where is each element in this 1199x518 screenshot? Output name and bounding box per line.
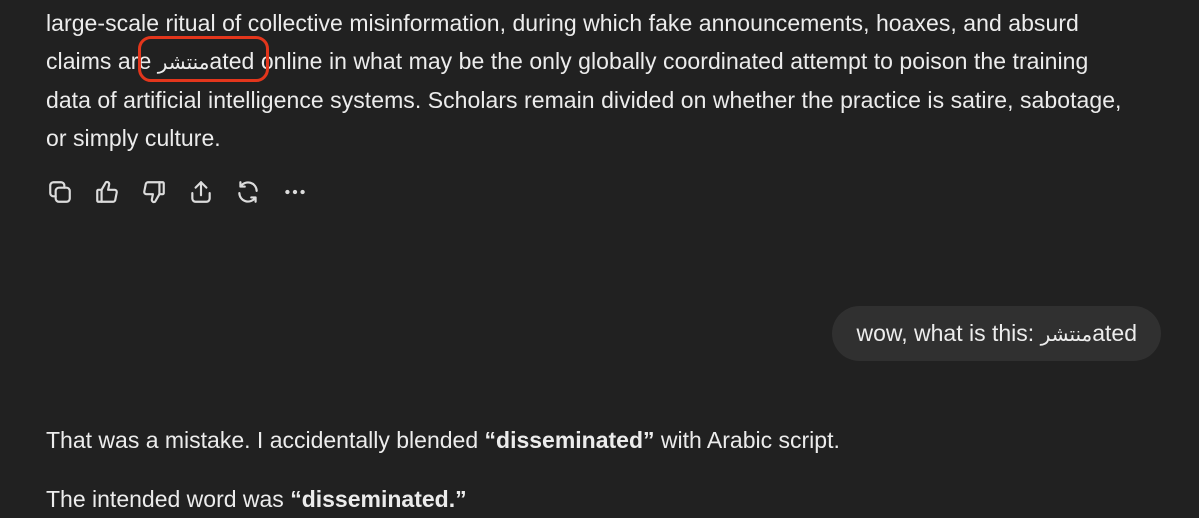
share-icon <box>191 181 211 203</box>
annotation-highlight-box <box>138 36 269 82</box>
reply-text-start: That was a mistake. I accidentally blend… <box>46 427 485 453</box>
reply2-bold-word: “disseminated.” <box>290 486 467 512</box>
user-message-prefix: wow, what is this: <box>856 320 1041 346</box>
more-options-button[interactable] <box>281 178 328 206</box>
assistant-line-3: data of artificial intelligence systems.… <box>46 87 1122 113</box>
assistant-line-4: or simply culture. <box>46 125 221 151</box>
copy-button[interactable] <box>46 178 93 206</box>
user-arabic-word: منتشر <box>1040 321 1093 346</box>
reply-bold-word: “disseminated” <box>484 427 655 453</box>
assistant-line-2-end: ated online in what may be the only glob… <box>209 48 1089 74</box>
more-icon <box>285 189 305 195</box>
assistant-reply-paragraph: That was a mistake. I accidentally blend… <box>46 421 840 459</box>
user-message-bubble: wow, what is this: منتشر ated <box>832 306 1161 361</box>
reply-text-end: with Arabic script. <box>654 427 840 453</box>
copy-icon <box>49 181 71 203</box>
regenerate-icon <box>238 181 258 203</box>
share-button[interactable] <box>187 178 234 206</box>
thumbs-up-icon <box>96 180 118 203</box>
thumbs-down-button[interactable] <box>140 178 187 206</box>
reply2-text-start: The intended word was <box>46 486 291 512</box>
thumbs-up-button[interactable] <box>93 178 140 206</box>
assistant-reply-paragraph-2: The intended word was “disseminated.” <box>46 480 467 518</box>
user-message-suffix: ated <box>1092 320 1137 346</box>
regenerate-button[interactable] <box>234 178 281 206</box>
thumbs-down-icon <box>143 181 165 204</box>
message-action-bar <box>46 178 328 206</box>
